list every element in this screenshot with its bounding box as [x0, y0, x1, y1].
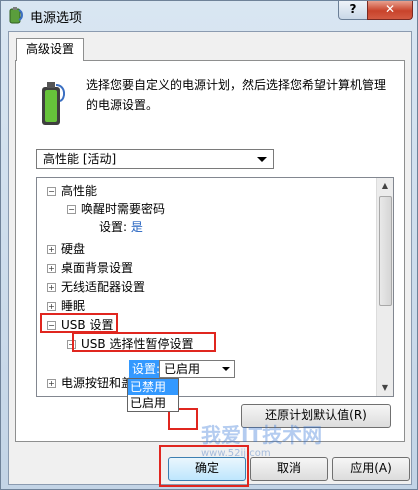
- usb-setting-label: 设置:: [129, 360, 164, 378]
- expand-icon[interactable]: +: [47, 264, 56, 273]
- chevron-down-icon: [222, 367, 230, 371]
- dropdown-option-disabled[interactable]: 已禁用: [128, 379, 178, 395]
- chevron-down-icon: [257, 157, 267, 162]
- tab-panel: 选择您要自定义的电源计划，然后选择您希望计算机管理的电源设置。 高性能 [活动]…: [15, 60, 405, 442]
- power-options-icon: [9, 7, 23, 24]
- usb-setting-select[interactable]: 已启用: [159, 360, 235, 378]
- tree-node-label: 高性能: [61, 184, 98, 198]
- title-bar[interactable]: 电源选项 ? ✕: [1, 1, 417, 29]
- highlight-usb-settings: [40, 313, 118, 333]
- scrollbar-thumb[interactable]: [379, 196, 392, 306]
- expand-icon[interactable]: +: [47, 302, 56, 311]
- expand-icon[interactable]: +: [47, 379, 56, 388]
- expand-icon[interactable]: +: [47, 283, 56, 292]
- scroll-up-icon[interactable]: ▲: [377, 178, 393, 194]
- tree-node-setting-row[interactable]: 设置: 是: [99, 218, 143, 236]
- dialog-body: 高级设置 选择您要自定义的电源计划，然后选择您希望计算机管理的电源设置。 高性能…: [8, 31, 412, 485]
- tree-node-label: 桌面背景设置: [61, 261, 134, 275]
- expand-icon[interactable]: +: [47, 245, 56, 254]
- usb-setting-value: 已启用: [164, 362, 201, 376]
- collapse-icon[interactable]: −: [47, 187, 56, 196]
- tree-scrollbar[interactable]: ▲ ▼: [376, 178, 393, 396]
- power-plan-value: 高性能 [活动]: [43, 152, 117, 166]
- watermark-logo: 我爱IT技术网 www.52ij.com: [201, 419, 411, 479]
- power-options-window: 电源选项 ? ✕ 高级设置 选择您要自定义的电源计划，然后选择您希望计算机管理的…: [0, 0, 418, 490]
- tab-advanced-settings[interactable]: 高级设置: [16, 38, 84, 61]
- collapse-icon[interactable]: −: [67, 205, 76, 214]
- watermark-url: www.52ij.com: [201, 448, 271, 459]
- highlight-usb-selective-suspend: [72, 332, 216, 352]
- dropdown-option-enabled[interactable]: 已启用: [128, 395, 178, 411]
- power-plan-select[interactable]: 高性能 [活动]: [36, 149, 274, 169]
- tree-node-label: 无线适配器设置: [61, 280, 146, 294]
- setting-label: 设置:: [99, 220, 128, 234]
- close-button[interactable]: ✕: [367, 1, 413, 20]
- setting-value[interactable]: 是: [131, 220, 143, 234]
- tree-node-label: 电源按钮和盖: [61, 376, 134, 390]
- battery-plug-icon: [42, 82, 66, 125]
- watermark-text: 我爱IT技术网: [201, 423, 323, 447]
- tree-node-label: 唤醒时需要密码: [81, 202, 166, 216]
- usb-setting-dropdown[interactable]: 已禁用 已启用: [127, 378, 179, 412]
- help-button[interactable]: ?: [338, 1, 368, 20]
- scroll-down-icon[interactable]: ▼: [377, 380, 393, 396]
- window-title: 电源选项: [30, 11, 83, 26]
- plan-description: 选择您要自定义的电源计划，然后选择您希望计算机管理的电源设置。: [86, 78, 387, 112]
- tree-node-label: 硬盘: [61, 242, 86, 256]
